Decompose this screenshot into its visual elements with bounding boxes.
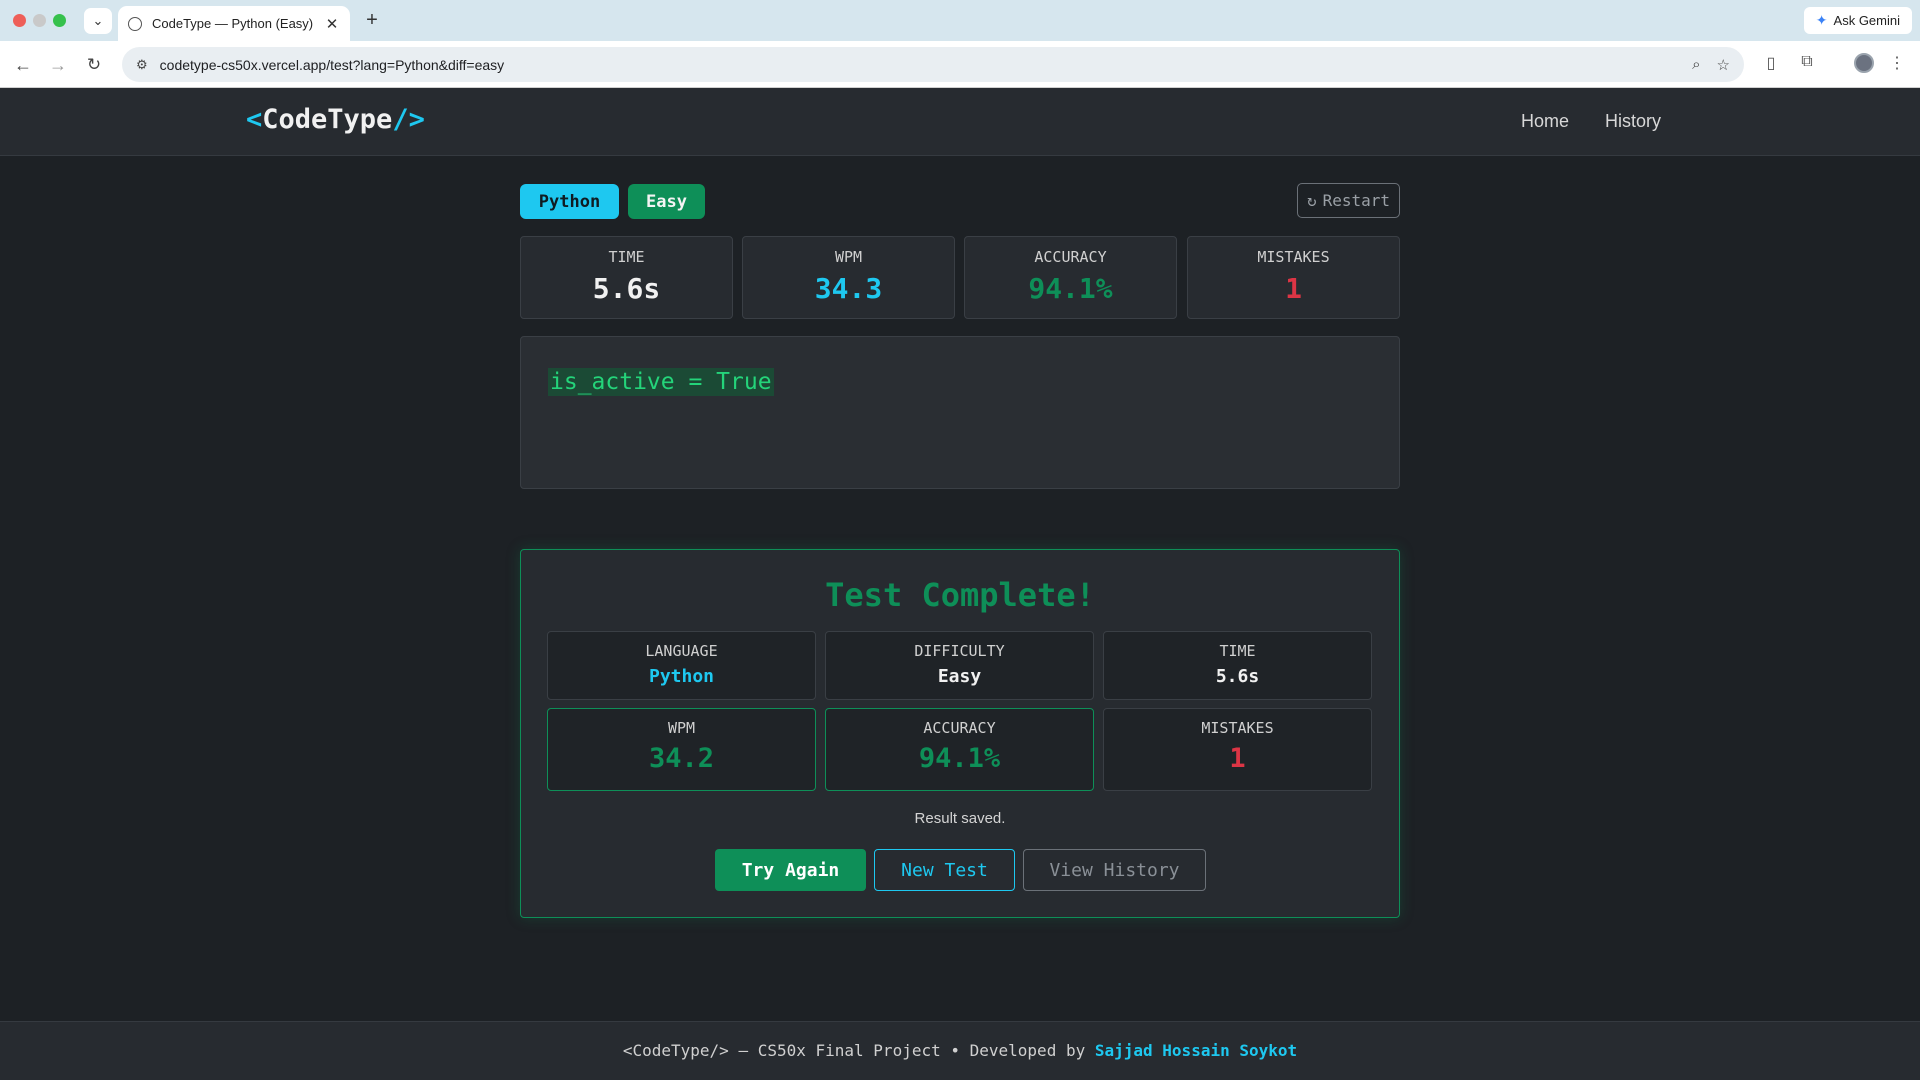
new-tab-plus-icon[interactable]: + bbox=[360, 9, 384, 32]
forward-arrow-icon[interactable]: → bbox=[46, 53, 70, 77]
restart-button[interactable]: ↻ Restart bbox=[1297, 183, 1400, 218]
stat-label: MISTAKES bbox=[1257, 248, 1330, 266]
site-info-icon[interactable]: ⚙ bbox=[136, 57, 148, 73]
browser-tab-active[interactable]: CodeType — Python (Easy) ✕ bbox=[118, 6, 350, 41]
result-card-language: LANGUAGE Python bbox=[547, 631, 816, 700]
result-card-accuracy: ACCURACY 94.1% bbox=[825, 708, 1094, 791]
page-footer: <CodeType/> — CS50x Final Project • Deve… bbox=[0, 1021, 1920, 1080]
result-title: Test Complete! bbox=[825, 576, 1095, 614]
url-text[interactable]: codetype-cs50x.vercel.app/test?lang=Pyth… bbox=[160, 57, 1676, 73]
stat-accuracy: ACCURACY 94.1% bbox=[964, 236, 1177, 319]
ask-gemini-button[interactable]: ✦ Ask Gemini bbox=[1803, 7, 1912, 34]
stat-label: WPM bbox=[834, 248, 863, 266]
footer-author-link[interactable]: Sajjad Hossain Soykot bbox=[1095, 1041, 1297, 1060]
tab-title: CodeType — Python (Easy) bbox=[152, 16, 314, 31]
restart-label: Restart bbox=[1322, 191, 1391, 210]
tab-search-chevron-icon[interactable]: ⌄ bbox=[84, 8, 112, 34]
code-typing-area[interactable]: is_active = True bbox=[520, 336, 1400, 489]
profile-avatar[interactable] bbox=[1854, 53, 1874, 73]
result-card-time: TIME 5.6s bbox=[1103, 631, 1372, 700]
reading-list-icon[interactable]: ▯ bbox=[1759, 53, 1783, 73]
window-minimize-button[interactable] bbox=[33, 14, 46, 27]
stat-time: TIME 5.6s bbox=[520, 236, 733, 319]
stat-value: 1 bbox=[1285, 272, 1302, 305]
address-bar[interactable]: ⚙ codetype-cs50x.vercel.app/test?lang=Py… bbox=[122, 47, 1744, 82]
stat-label: ACCURACY bbox=[1034, 248, 1107, 266]
globe-icon bbox=[128, 16, 142, 31]
ask-gemini-label: Ask Gemini bbox=[1833, 13, 1900, 28]
language-badge: Python bbox=[520, 184, 619, 219]
code-snippet: is_active = True bbox=[548, 368, 774, 396]
browser-toolbar: ← → ↻ ⚙ codetype-cs50x.vercel.app/test?l… bbox=[0, 41, 1920, 88]
stat-value: 94.1% bbox=[1028, 272, 1113, 305]
extensions-puzzle-icon[interactable]: ⧉ bbox=[1795, 53, 1819, 71]
new-test-button[interactable]: New Test bbox=[874, 849, 1015, 891]
footer-text: <CodeType/> — CS50x Final Project • Deve… bbox=[622, 1041, 1086, 1060]
view-history-button[interactable]: View History bbox=[1023, 849, 1206, 891]
stat-value: 5.6s bbox=[592, 272, 661, 305]
difficulty-badge: Easy bbox=[628, 184, 705, 219]
bookmark-star-icon[interactable]: ☆ bbox=[1717, 56, 1730, 74]
zoom-icon[interactable]: ⌕ bbox=[1692, 56, 1700, 73]
browser-tab-strip: ⌄ CodeType — Python (Easy) ✕ + ✦ Ask Gem… bbox=[0, 0, 1920, 41]
codetype-logo[interactable]: <CodeType/> bbox=[246, 104, 425, 135]
stat-mistakes: MISTAKES 1 bbox=[1187, 236, 1400, 319]
window-close-button[interactable] bbox=[13, 14, 26, 27]
tab-close-icon[interactable]: ✕ bbox=[324, 15, 340, 33]
app-header: <CodeType/> Home History bbox=[0, 88, 1920, 156]
reload-icon[interactable]: ↻ bbox=[82, 53, 106, 77]
result-saved-text: Result saved. bbox=[914, 810, 1006, 827]
nav-history-link[interactable]: History bbox=[1605, 111, 1661, 132]
gemini-sparkle-icon: ✦ bbox=[1815, 12, 1828, 28]
result-card-difficulty: DIFFICULTY Easy bbox=[825, 631, 1094, 700]
restart-icon: ↻ bbox=[1306, 191, 1317, 210]
window-maximize-button[interactable] bbox=[53, 14, 66, 27]
result-panel: Test Complete! LANGUAGE Python DIFFICULT… bbox=[520, 549, 1400, 918]
stat-value: 34.3 bbox=[814, 272, 883, 305]
result-card-mistakes: MISTAKES 1 bbox=[1103, 708, 1372, 791]
nav-home-link[interactable]: Home bbox=[1521, 111, 1569, 132]
menu-kebab-icon[interactable]: ⋮ bbox=[1885, 53, 1909, 73]
try-again-button[interactable]: Try Again bbox=[715, 849, 866, 891]
back-arrow-icon[interactable]: ← bbox=[11, 53, 35, 77]
result-card-wpm: WPM 34.2 bbox=[547, 708, 816, 791]
stat-wpm: WPM 34.3 bbox=[742, 236, 955, 319]
stat-label: TIME bbox=[608, 248, 645, 266]
